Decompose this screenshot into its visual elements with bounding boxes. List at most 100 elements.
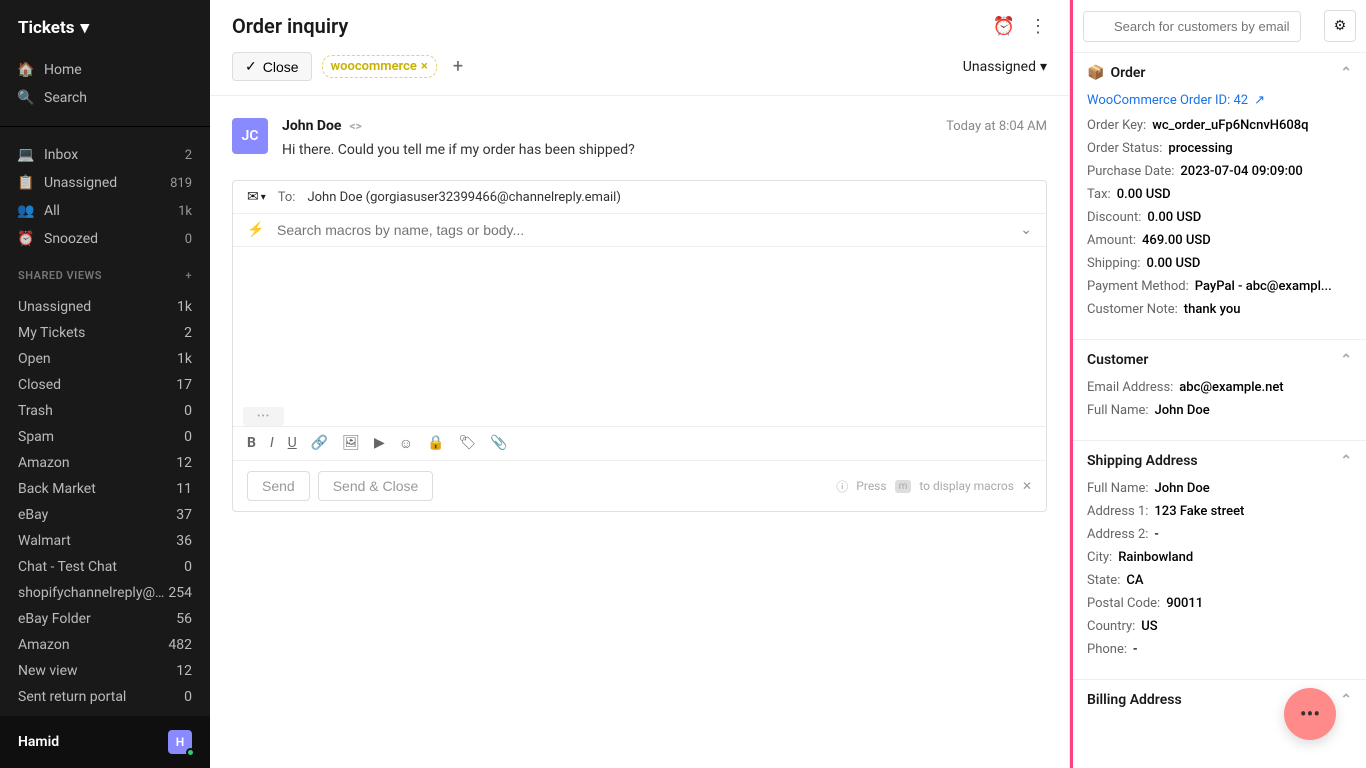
sidebar-item-label: New view: [18, 663, 78, 679]
main-panel: Order inquiry ⏰ ⋮ ✓ Close woocommerce × …: [210, 0, 1070, 768]
sidebar-item-sent-return-portal[interactable]: Sent return portal0: [0, 684, 210, 710]
snooze-icon[interactable]: ⏰: [993, 16, 1015, 37]
to-value[interactable]: John Doe (gorgiasuser32399466@channelrep…: [307, 190, 1032, 205]
field-row: Payment Method:PayPal - abc@exampl...: [1087, 279, 1352, 294]
sidebar-item-open[interactable]: Open1k: [0, 346, 210, 372]
user-name: Hamid: [18, 734, 59, 750]
sidebar-item-label: All: [44, 203, 60, 219]
field-value: John Doe: [1155, 481, 1210, 496]
settings-button[interactable]: ⚙: [1324, 10, 1356, 42]
sidebar-item-count: 0: [184, 403, 192, 419]
underline-icon[interactable]: U: [288, 435, 297, 452]
field-row: Country:US: [1087, 619, 1352, 634]
field-value: processing: [1168, 141, 1232, 156]
sidebar-item-back-market[interactable]: Back Market 11: [0, 476, 210, 502]
field-label: Customer Note:: [1087, 302, 1178, 317]
tickets-dropdown[interactable]: Tickets ▾: [0, 0, 210, 50]
more-icon[interactable]: ⋮: [1029, 16, 1047, 37]
shipping-section-header[interactable]: Shipping Address ⌃: [1073, 441, 1366, 481]
message-text: Hi there. Could you tell me if my order …: [282, 142, 1047, 158]
image-icon[interactable]: 🖼: [342, 435, 360, 452]
sidebar-item-label: Trash: [18, 403, 53, 419]
customer-search-input[interactable]: [1083, 11, 1301, 42]
sidebar-item-snoozed[interactable]: ⏰Snoozed0: [0, 225, 210, 253]
code-icon[interactable]: <>: [349, 119, 361, 133]
sidebar-item-trash[interactable]: Trash 0: [0, 398, 210, 424]
sidebar-item-inbox[interactable]: 💻Inbox2: [0, 141, 210, 169]
sidebar-item-new-view[interactable]: New view12: [0, 658, 210, 684]
sidebar-item-label: Home: [44, 62, 82, 78]
field-label: Shipping:: [1087, 256, 1140, 271]
add-tag-button[interactable]: +: [447, 56, 469, 77]
send-button[interactable]: Send: [247, 471, 310, 501]
close-hint-icon[interactable]: ✕: [1022, 479, 1032, 493]
field-value: John Doe: [1155, 403, 1210, 418]
sidebar-item-closed[interactable]: Closed17: [0, 372, 210, 398]
add-view-icon[interactable]: +: [185, 269, 192, 282]
chevron-up-icon: ⌃: [1340, 453, 1352, 469]
message: JC John Doe <> Today at 8:04 AM Hi there…: [232, 118, 1047, 158]
field-value: wc_order_uFp6NcnvH608q: [1152, 118, 1308, 133]
order-section-header[interactable]: 📦Order ⌃: [1073, 53, 1366, 93]
sidebar-item-all[interactable]: 👥All1k: [0, 197, 210, 225]
field-row: Full Name:John Doe: [1087, 481, 1352, 496]
remove-tag-icon[interactable]: ×: [421, 59, 428, 74]
sidebar-item-count: 0: [184, 559, 192, 575]
reply-editor[interactable]: [233, 247, 1046, 407]
sidebar-item-label: Back Market: [18, 481, 96, 497]
channel-selector[interactable]: ✉▾: [247, 189, 266, 205]
sidebar-item-label: shopifychannelreply@gmail: [18, 585, 168, 601]
field-label: Discount:: [1087, 210, 1141, 225]
sidebar-item-shopifychannelreply-gmail[interactable]: shopifychannelreply@gmail254: [0, 580, 210, 606]
sidebar-item-search[interactable]: 🔍Search: [0, 84, 210, 112]
tag-icon[interactable]: 🏷: [458, 435, 476, 452]
italic-icon[interactable]: I: [270, 435, 274, 452]
sidebar-item-home[interactable]: 🏠Home: [0, 56, 210, 84]
tag-woocommerce[interactable]: woocommerce ×: [322, 55, 437, 78]
status-online-icon: [186, 748, 195, 757]
assignee-dropdown[interactable]: Unassigned ▾: [963, 59, 1047, 75]
chat-icon: •••: [1300, 702, 1320, 726]
sidebar-item-count: 11: [176, 481, 192, 497]
bolt-icon: ⚡: [247, 222, 264, 238]
sidebar-item-amazon[interactable]: Amazon482: [0, 632, 210, 658]
macro-search-input[interactable]: [247, 222, 1008, 238]
sidebar-item-my-tickets[interactable]: My Tickets2: [0, 320, 210, 346]
bold-icon[interactable]: B: [247, 435, 256, 452]
user-footer[interactable]: Hamid H: [0, 716, 210, 768]
all-icon: 👥: [18, 203, 34, 219]
sidebar-item-unassigned[interactable]: Unassigned1k: [0, 294, 210, 320]
field-row: Customer Note:thank you: [1087, 302, 1352, 317]
sidebar-item-label: Inbox: [44, 147, 78, 163]
emoji-icon[interactable]: ☺: [399, 435, 413, 452]
lock-icon[interactable]: 🔒: [427, 435, 444, 452]
sidebar-item-ebay[interactable]: eBay37: [0, 502, 210, 528]
send-close-button[interactable]: Send & Close: [318, 471, 434, 501]
field-label: Purchase Date:: [1087, 164, 1174, 179]
video-icon[interactable]: ▶: [374, 435, 385, 452]
customer-section-header[interactable]: Customer ⌃: [1073, 340, 1366, 380]
field-value: 0.00 USD: [1146, 256, 1200, 271]
quoted-toggle[interactable]: •••: [243, 407, 284, 426]
sidebar-item-count: 0: [185, 232, 192, 247]
field-label: Full Name:: [1087, 403, 1149, 418]
field-value: 0.00 USD: [1117, 187, 1171, 202]
help-fab[interactable]: •••: [1284, 688, 1336, 740]
composer: ✉▾ To: John Doe (gorgiasuser32399466@cha…: [232, 180, 1047, 512]
user-avatar: H: [168, 730, 192, 754]
close-button[interactable]: ✓ Close: [232, 52, 312, 81]
field-row: Shipping: 0.00 USD: [1087, 256, 1352, 271]
sidebar-item-chat-test-chat[interactable]: Chat - Test Chat0: [0, 554, 210, 580]
order-link[interactable]: WooCommerce Order ID: 42 ↗: [1087, 93, 1352, 108]
macro-chevron-icon[interactable]: ⌄: [1020, 222, 1032, 238]
link-icon[interactable]: 🔗: [311, 435, 328, 452]
sidebar-item-unassigned[interactable]: 📋Unassigned819: [0, 169, 210, 197]
sidebar-item-walmart[interactable]: Walmart36: [0, 528, 210, 554]
message-time: Today at 8:04 AM: [946, 119, 1047, 134]
sidebar-item-ebay-folder[interactable]: eBay Folder56: [0, 606, 210, 632]
gear-icon: ⚙: [1334, 18, 1347, 34]
field-row: Purchase Date:2023-07-04 09:09:00: [1087, 164, 1352, 179]
attach-icon[interactable]: 📎: [490, 435, 507, 452]
sidebar-item-amazon[interactable]: Amazon12: [0, 450, 210, 476]
sidebar-item-spam[interactable]: Spam0: [0, 424, 210, 450]
